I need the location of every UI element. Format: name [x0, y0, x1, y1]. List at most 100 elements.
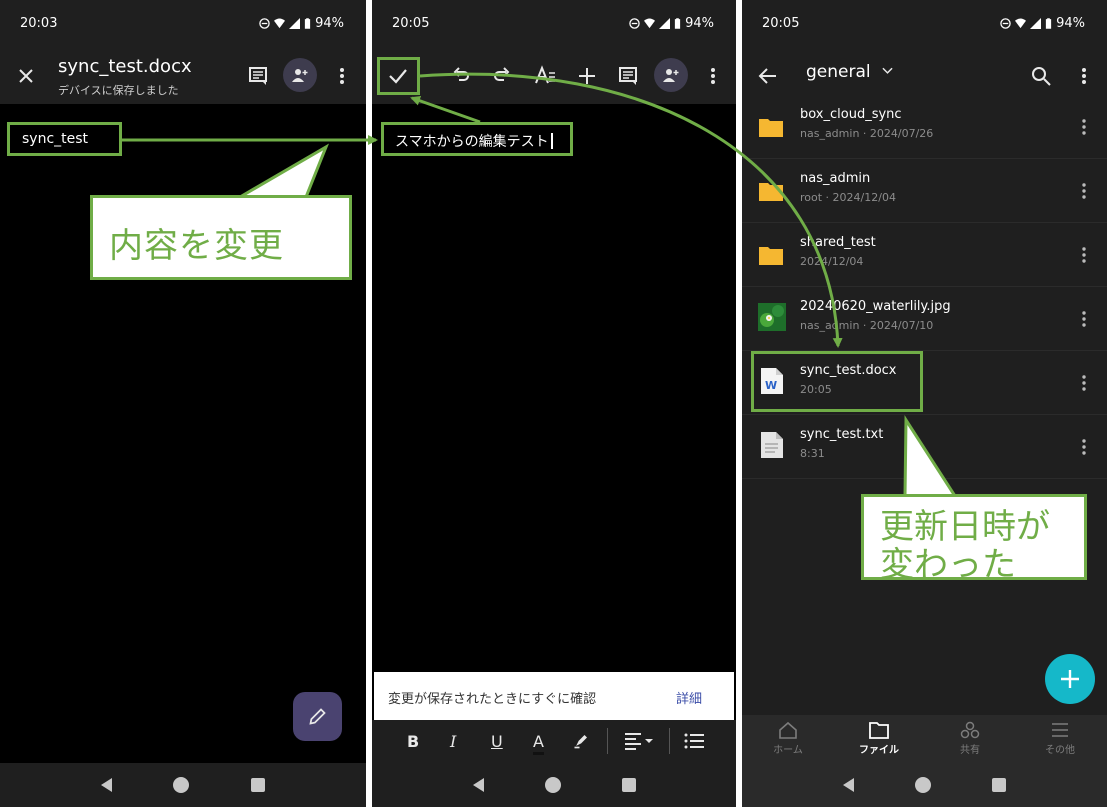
align-icon[interactable]: [624, 732, 654, 750]
nav-home-icon[interactable]: [173, 777, 190, 793]
wifi-icon: [1015, 18, 1027, 29]
document-title: sync_test.docx: [58, 56, 192, 77]
more-vert-icon[interactable]: [1072, 64, 1096, 88]
more-vert-icon[interactable]: [1075, 309, 1093, 329]
file-row-sync-test-txt[interactable]: sync_test.txt 8:31: [742, 415, 1107, 479]
status-icons: 94%: [629, 16, 714, 31]
folder-selector[interactable]: general: [806, 62, 893, 82]
text-file-icon: [761, 432, 783, 458]
battery-icon: [304, 18, 311, 29]
save-status: デバイスに保存しました: [58, 84, 179, 97]
bottom-tab-bar: ホーム ファイル 共有 その他: [742, 715, 1107, 763]
redo-icon[interactable]: [490, 64, 514, 88]
highlight-original-text: [7, 122, 122, 156]
search-icon[interactable]: [1029, 64, 1053, 88]
snackbar: 変更が保存されたときにすぐに確認 詳細: [374, 672, 734, 720]
callout-date-changed: 更新日時が 変わった: [861, 494, 1087, 585]
more-vert-icon[interactable]: [1075, 373, 1093, 393]
nav-home-icon[interactable]: [914, 777, 931, 793]
nav-home-icon[interactable]: [544, 777, 561, 793]
chevron-down-icon: [882, 67, 893, 74]
comment-icon[interactable]: [246, 64, 270, 88]
undo-icon[interactable]: [449, 64, 473, 88]
battery-level: 94%: [315, 16, 344, 31]
add-icon[interactable]: [575, 64, 599, 88]
folder-name: general: [806, 62, 871, 82]
folder-icon: [869, 722, 889, 739]
more-vert-icon[interactable]: [330, 64, 354, 88]
file-meta: 8:31: [800, 447, 825, 460]
italic-button[interactable]: I: [450, 732, 456, 751]
file-row-nas-admin[interactable]: nas_admin root · 2024/12/04: [742, 159, 1107, 223]
dnd-icon: [1000, 18, 1011, 29]
snackbar-detail-button[interactable]: 詳細: [676, 688, 702, 707]
nav-back-icon[interactable]: [842, 778, 854, 792]
file-row-box-cloud-sync[interactable]: box_cloud_sync nas_admin · 2024/07/26: [742, 95, 1107, 159]
battery-icon: [674, 18, 681, 29]
list-icon[interactable]: [684, 732, 704, 750]
tab-share[interactable]: 共有: [930, 719, 1010, 756]
share-button[interactable]: [283, 58, 317, 92]
tab-files[interactable]: ファイル: [839, 719, 919, 756]
file-meta: nas_admin · 2024/07/26: [800, 127, 934, 140]
battery-level: 94%: [685, 16, 714, 31]
more-vert-icon[interactable]: [1075, 181, 1093, 201]
status-bar: 20:03 94%: [0, 0, 366, 48]
nav-back-icon[interactable]: [472, 778, 484, 792]
status-time: 20:03: [20, 16, 58, 31]
highlighter-icon[interactable]: [572, 730, 592, 750]
text-format-icon[interactable]: [533, 64, 557, 88]
file-row-shared-test[interactable]: shared_test 2024/12/04: [742, 223, 1107, 287]
nav-recents-icon[interactable]: [621, 778, 636, 792]
nav-recents-icon[interactable]: [992, 778, 1007, 792]
more-vert-icon[interactable]: [1075, 245, 1093, 265]
system-nav-bar: [742, 763, 1107, 807]
comment-icon[interactable]: [616, 64, 640, 88]
underline-button[interactable]: U: [491, 732, 503, 751]
status-bar: 20:05 94%: [742, 0, 1107, 48]
home-icon: [779, 721, 797, 739]
format-divider: [607, 728, 608, 754]
system-nav-bar: [0, 763, 366, 807]
bold-button[interactable]: B: [407, 732, 419, 751]
status-bar: 20:05 94%: [372, 0, 736, 48]
signal-icon: [289, 18, 301, 29]
status-icons: 94%: [259, 16, 344, 31]
format-divider: [669, 728, 670, 754]
file-name: 20240620_waterlily.jpg: [800, 299, 951, 314]
signal-icon: [1030, 18, 1042, 29]
more-vert-icon[interactable]: [1075, 437, 1093, 457]
tab-other[interactable]: その他: [1020, 719, 1100, 756]
status-time: 20:05: [762, 16, 800, 31]
share-icon: [960, 721, 980, 739]
more-vert-icon[interactable]: [1075, 117, 1093, 137]
nav-recents-icon[interactable]: [251, 778, 266, 792]
image-thumbnail-icon: [758, 303, 786, 331]
status-time: 20:05: [392, 16, 430, 31]
file-meta: nas_admin · 2024/07/10: [800, 319, 934, 332]
share-button[interactable]: [654, 58, 688, 92]
file-row-waterlily[interactable]: 20240620_waterlily.jpg nas_admin · 2024/…: [742, 287, 1107, 351]
folder-icon: [759, 247, 783, 265]
file-name: shared_test: [800, 235, 876, 250]
edit-button[interactable]: [293, 692, 342, 741]
back-arrow-icon[interactable]: [756, 64, 780, 88]
tab-label: ホーム: [773, 745, 803, 756]
tab-label: ファイル: [859, 745, 899, 756]
status-icons: 94%: [1000, 16, 1085, 31]
close-icon[interactable]: [14, 64, 38, 88]
battery-level: 94%: [1056, 16, 1085, 31]
highlight-docx-row: [751, 351, 923, 412]
wifi-icon: [274, 18, 286, 29]
nav-back-icon[interactable]: [100, 778, 112, 792]
file-name: nas_admin: [800, 171, 871, 186]
text-color-button[interactable]: A: [533, 732, 544, 755]
more-vert-icon[interactable]: [701, 64, 725, 88]
callout-text-line2: 変わった: [880, 545, 1016, 585]
share-person-icon: [663, 69, 679, 82]
menu-icon: [1052, 723, 1068, 737]
tab-home[interactable]: ホーム: [748, 719, 828, 756]
folder-icon: [759, 119, 783, 137]
share-person-icon: [292, 69, 308, 82]
add-fab-button[interactable]: [1045, 654, 1095, 704]
